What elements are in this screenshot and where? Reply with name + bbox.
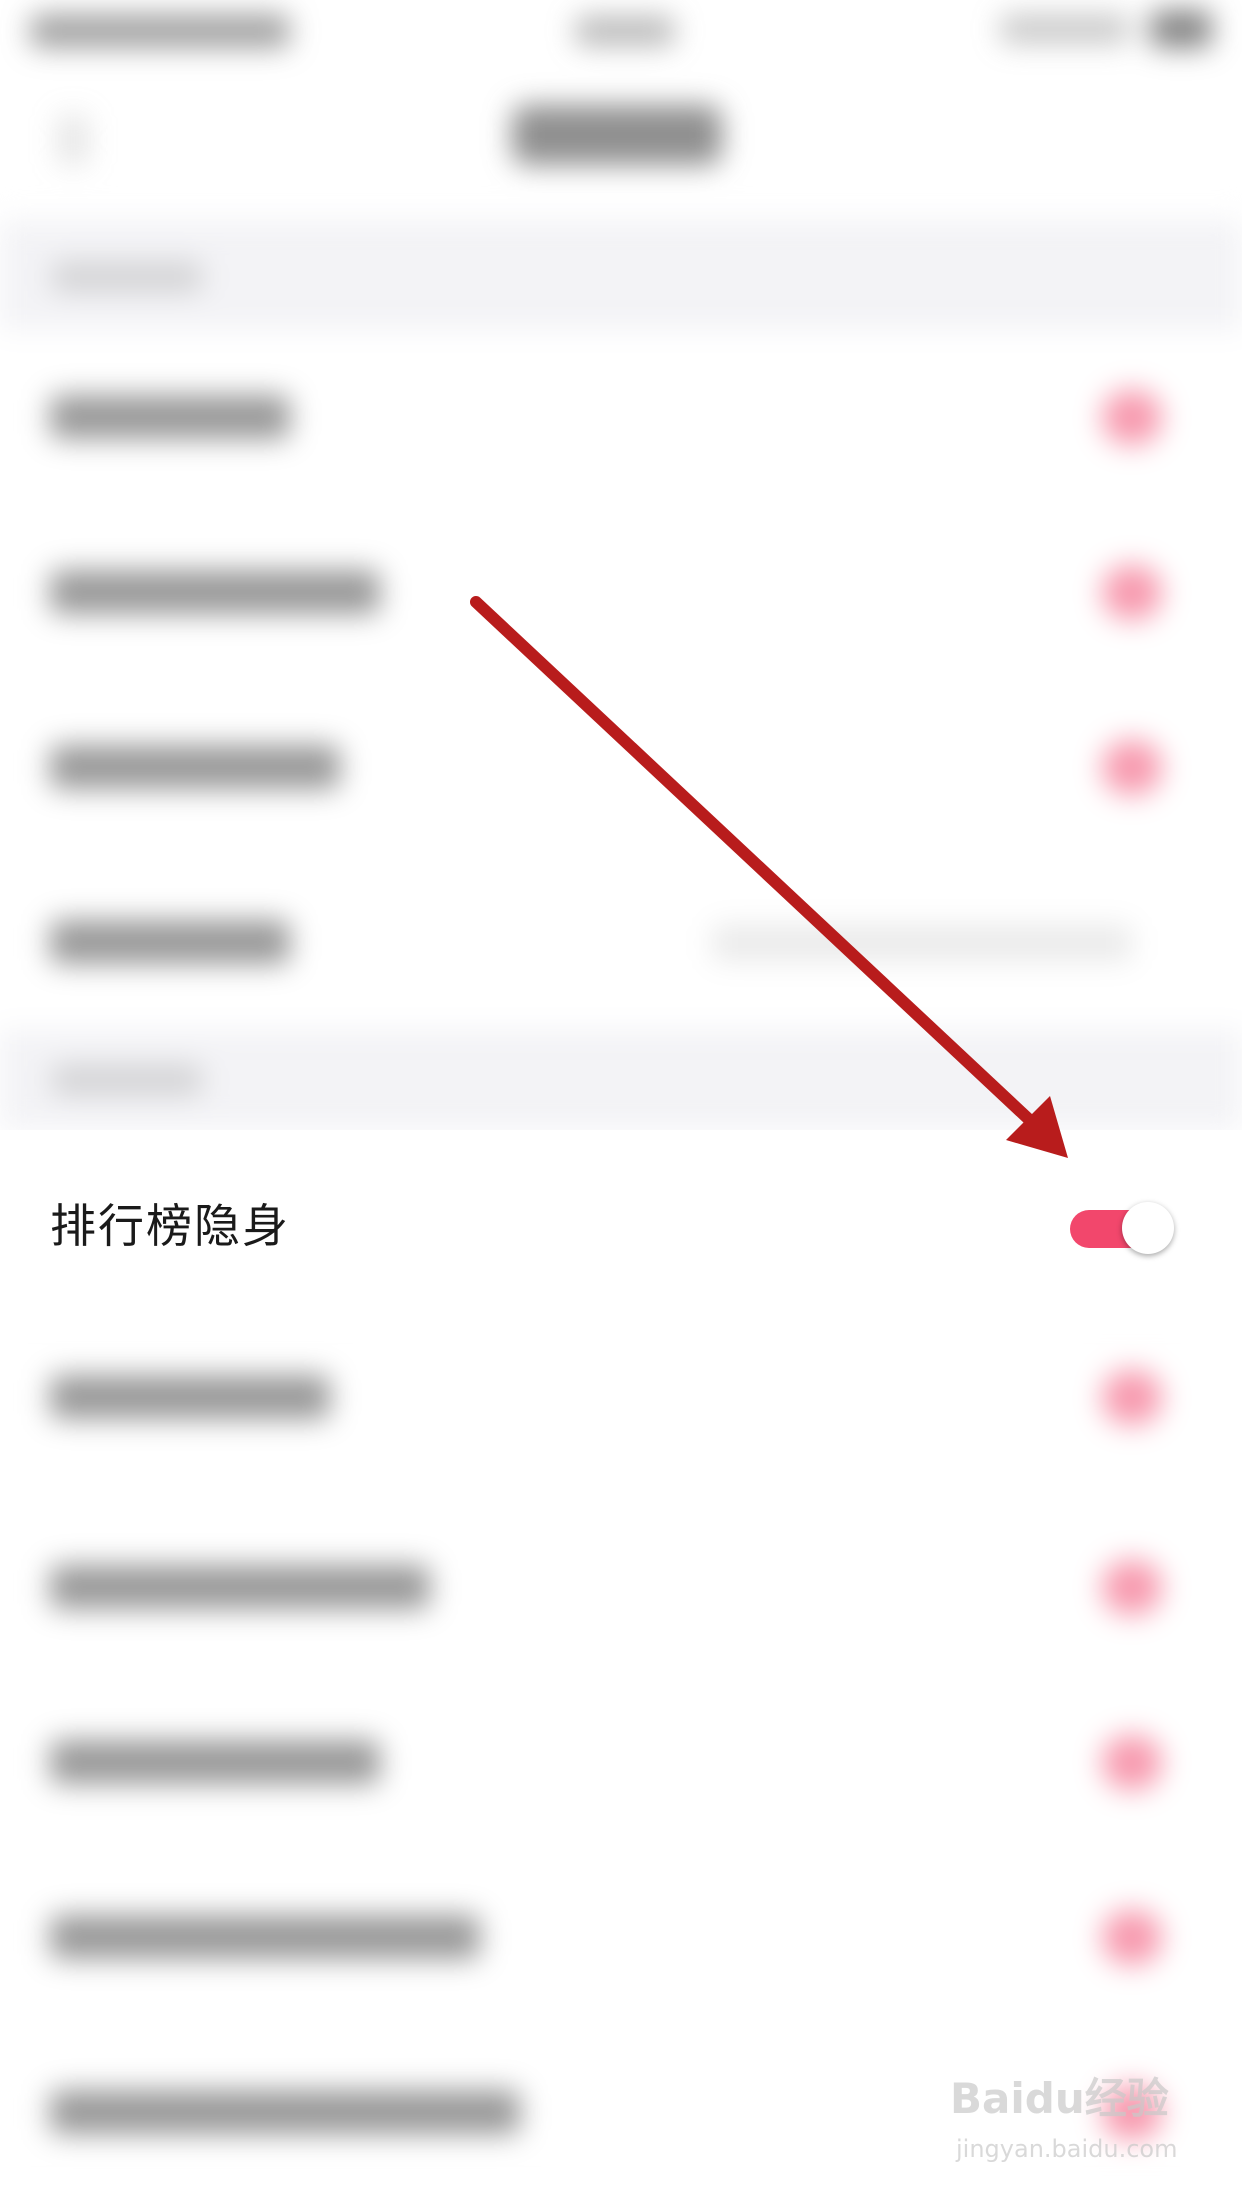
toggle-knob — [1122, 1202, 1174, 1254]
setting-row-label — [50, 920, 290, 964]
setting-row[interactable] — [0, 1675, 1242, 1850]
setting-row-label — [50, 570, 380, 614]
setting-row-label — [50, 395, 290, 439]
setting-row[interactable] — [0, 1500, 1242, 1675]
leaderboard-invisible-row[interactable]: 排行榜隐身 — [0, 1130, 1242, 1310]
setting-toggle[interactable] — [1102, 1560, 1162, 1615]
setting-row-value — [712, 925, 1132, 961]
leaderboard-invisible-label: 排行榜隐身 — [50, 1199, 290, 1253]
setting-row[interactable] — [0, 680, 1242, 855]
carrier-info — [30, 14, 290, 48]
blurred-background — [0, 0, 1242, 2208]
section-header-label — [52, 1065, 202, 1095]
clock — [575, 16, 675, 46]
section-header-label — [52, 262, 202, 292]
baidu-jingyan-watermark: Baidu经验 jingyan.baidu.com — [950, 2065, 1230, 2185]
leaderboard-invisible-toggle[interactable] — [1070, 1202, 1176, 1254]
watermark-brand: Baidu经验 — [950, 2074, 1169, 2123]
setting-row[interactable] — [0, 505, 1242, 680]
section-header-one — [0, 220, 1242, 330]
page-title — [512, 105, 722, 165]
navigation-bar — [0, 70, 1242, 220]
status-bar — [0, 0, 1242, 70]
setting-row-label — [50, 745, 340, 789]
setting-toggle[interactable] — [1102, 390, 1162, 445]
setting-row[interactable] — [0, 855, 1242, 1030]
back-arrow-icon[interactable] — [58, 115, 88, 165]
setting-row[interactable] — [0, 1310, 1242, 1500]
setting-row-label — [50, 2090, 520, 2134]
setting-toggle[interactable] — [1102, 1735, 1162, 1790]
privacy-settings-screen: 排行榜隐身 Baidu经验 jingyan.baidu.com — [0, 0, 1242, 2208]
watermark-url: jingyan.baidu.com — [956, 2135, 1178, 2163]
setting-row-label — [50, 1375, 330, 1419]
status-icons — [1000, 14, 1130, 44]
setting-row[interactable] — [0, 1850, 1242, 2025]
setting-toggle[interactable] — [1102, 565, 1162, 620]
setting-toggle[interactable] — [1102, 1370, 1162, 1425]
setting-row-label — [50, 1740, 380, 1784]
setting-row-label — [50, 1565, 430, 1609]
section-header-two — [0, 1030, 1242, 1130]
setting-toggle[interactable] — [1102, 1910, 1162, 1965]
setting-row[interactable] — [0, 330, 1242, 505]
setting-toggle[interactable] — [1102, 740, 1162, 795]
setting-row-label — [50, 1915, 480, 1959]
battery-icon — [1150, 10, 1212, 48]
